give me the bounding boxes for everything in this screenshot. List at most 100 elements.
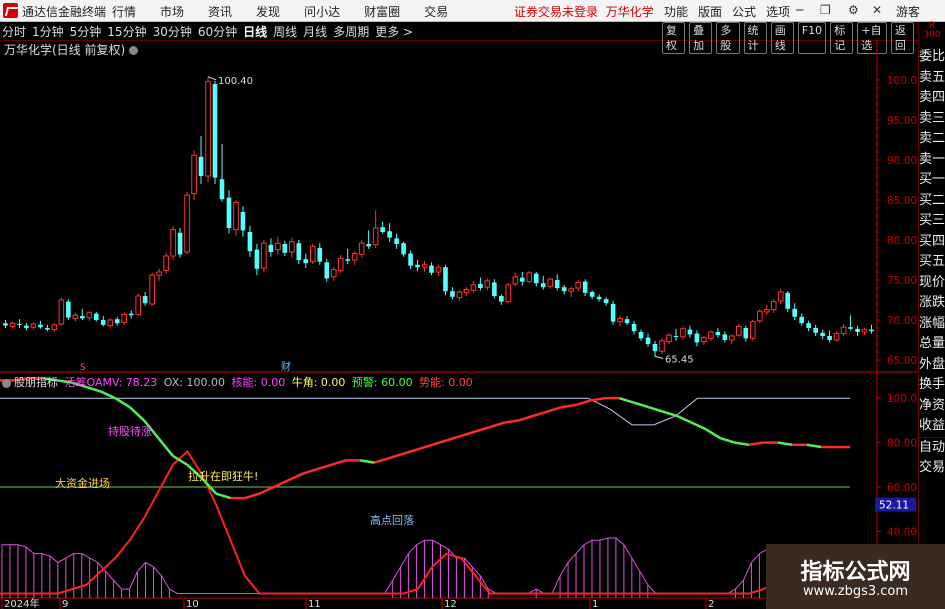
period-tab-5[interactable]: 60分钟 [198, 23, 237, 40]
period-tab-0[interactable]: 分时 [2, 23, 26, 40]
period-tab-9[interactable]: 多周期 [333, 23, 369, 40]
settings-icon[interactable]: ⚙ [848, 3, 859, 17]
menu-item[interactable]: 问小达 [304, 3, 340, 20]
ind-tick-label: 100.0 [887, 393, 917, 405]
candle-body [484, 280, 491, 288]
quote-field-7: 买二 [919, 192, 945, 208]
period-tab-6[interactable]: 日线 [243, 23, 267, 40]
oamv-segment [330, 459, 347, 466]
candle-body [330, 269, 337, 278]
indicator-menu-icon[interactable] [2, 378, 11, 388]
oamv-segment [590, 396, 606, 402]
candle-body [149, 274, 155, 305]
oamv-segment [777, 441, 793, 447]
date-label: 12 [444, 599, 457, 609]
oamv-segment [475, 425, 491, 433]
menu-item[interactable]: 交易 [424, 3, 448, 20]
period-tab-8[interactable]: 月线 [303, 23, 327, 40]
ann-pull: 拉升在即狂牛! [188, 469, 258, 483]
oamv-segment [705, 428, 721, 440]
candle-body [736, 325, 742, 336]
candle-body [170, 229, 176, 257]
period-tabs: 分时 1分钟 5分钟 15分钟 30分钟 60分钟 日线 周线 月线 多周期 更多 > [2, 23, 419, 40]
candle-body [226, 197, 232, 228]
oamv-segment [273, 479, 289, 489]
oamv-segment [244, 492, 260, 500]
menu-item-function[interactable]: 功能 [664, 3, 688, 20]
title-menu-icon[interactable] [129, 46, 139, 55]
menu-item[interactable]: 财富圈 [364, 3, 400, 20]
menu-item-layout[interactable]: 版面 [698, 3, 722, 20]
candle-body [184, 194, 190, 253]
guest-label[interactable]: 游客 [896, 3, 920, 20]
indicator-field-5: 势能: 0.00 [415, 376, 473, 389]
period-tab-10[interactable]: 更多 > [375, 23, 413, 40]
quote-field-6: 买一 [919, 172, 945, 187]
period-tab-3[interactable]: 15分钟 [107, 23, 146, 40]
restore-icon[interactable]: ❐ [820, 3, 831, 17]
candle-body [533, 273, 539, 284]
oamv-segment [417, 443, 433, 451]
menu-item[interactable]: 行情 [112, 3, 136, 20]
candle-body [478, 284, 483, 288]
price-axis: 100.0 95.00 90.00 85.00 80.00 75.00 70.00 65.00 [877, 75, 917, 367]
candle-body [72, 314, 79, 319]
low-arrow [654, 355, 664, 359]
quote-field-20[interactable]: 交易 [919, 458, 945, 479]
menu-item[interactable]: 资讯 [208, 3, 232, 20]
candle-body [596, 296, 602, 300]
candle-body [282, 244, 288, 253]
login-warning[interactable]: 证券交易未登录 万华化学 [514, 3, 654, 20]
period-tab-4[interactable]: 30分钟 [153, 23, 192, 40]
watermark-url: www.zbgs3.com [802, 584, 909, 599]
candle-body [463, 289, 470, 294]
oamv-segment [662, 410, 678, 418]
oamv-segment [676, 414, 693, 424]
oamv-segment [806, 443, 822, 449]
candle-body [408, 253, 413, 266]
indicator-field-3: 牛角: 0.00 [288, 376, 346, 389]
period-tab-1[interactable]: 1分钟 [32, 23, 64, 40]
candle-body [345, 259, 351, 261]
menu-item-formula[interactable]: 公式 [732, 3, 756, 20]
quote-field-0: 委比 [919, 49, 945, 64]
quote-field-9: 买四 [919, 233, 945, 249]
candle-body [80, 316, 85, 319]
candle-body [219, 179, 225, 200]
minimize-icon[interactable]: ─ [796, 3, 803, 17]
candle-body [610, 304, 616, 322]
candle-body [470, 284, 477, 291]
candle-body [45, 328, 50, 330]
price-tick-label: 100.0 [887, 75, 917, 87]
candle-body [743, 328, 749, 339]
period-tab-2[interactable]: 5分钟 [70, 23, 102, 40]
candle-body [589, 292, 595, 297]
oamv-segment [561, 403, 577, 409]
oamv-segment [258, 485, 275, 495]
quote-field-13: 涨幅 [919, 315, 945, 331]
oamv-segment [489, 421, 505, 429]
candle-body [582, 281, 588, 293]
chart-area[interactable]: 100.0 95.00 90.00 85.00 80.00 75.00 70.00 65.00… [0, 40, 918, 609]
candle-body [372, 227, 379, 246]
oamv-segment [748, 441, 764, 447]
candle-body [351, 253, 358, 261]
candle-body [240, 212, 246, 231]
candle-body [121, 313, 128, 323]
app-logo-icon [3, 3, 18, 18]
candle-body [770, 301, 777, 311]
candle-body [806, 323, 811, 328]
close-icon[interactable]: ✕ [872, 3, 882, 17]
candle-body [645, 337, 651, 344]
menu-item[interactable]: 发现 [256, 3, 280, 20]
candle-body [107, 319, 114, 327]
candle-body [17, 324, 22, 325]
quote-field-19[interactable]: 自动 [919, 436, 945, 459]
stock-name-header: 万华化学 [605, 5, 654, 19]
period-tab-7[interactable]: 周线 [273, 23, 297, 40]
menu-item[interactable]: 市场 [160, 3, 184, 20]
high-label: 100.40 [218, 76, 253, 87]
candle-body [233, 201, 239, 231]
high-arrow [207, 76, 217, 81]
menu-item-options[interactable]: 选项 [766, 3, 790, 20]
